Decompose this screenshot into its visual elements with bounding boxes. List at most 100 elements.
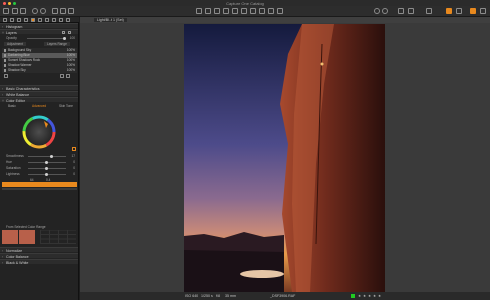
help-icon[interactable]: [456, 8, 462, 14]
normalize-section[interactable]: › Normalize: [0, 247, 78, 253]
color-range-swatch-row: [2, 188, 77, 190]
color-tab-icon[interactable]: [31, 18, 35, 22]
star-rating-5[interactable]: ★: [378, 294, 381, 298]
auto-adjust-icon[interactable]: [52, 8, 58, 14]
color-wheel[interactable]: [22, 115, 56, 149]
layer-checkbox[interactable]: [3, 64, 6, 67]
color-tag[interactable]: [351, 294, 355, 298]
output-tab-icon[interactable]: [66, 18, 70, 22]
keystone-tool-icon[interactable]: [223, 8, 229, 14]
histogram-header: Histogram: [6, 24, 23, 29]
layer-checkbox[interactable]: [3, 54, 6, 57]
star-rating-4[interactable]: ★: [373, 294, 376, 298]
tab-basic[interactable]: Basic: [8, 104, 16, 108]
layer-actions: [2, 74, 77, 78]
pan-tool-icon[interactable]: [196, 8, 202, 14]
star-rating-3[interactable]: ★: [368, 294, 371, 298]
adjustment-dropdown[interactable]: Adjustment: [4, 42, 26, 46]
histogram-section[interactable]: › Histogram: [0, 23, 78, 29]
color-range-list[interactable]: [2, 182, 77, 187]
layer-item[interactable]: Shadow Warmer 100%: [2, 63, 77, 68]
color-editor-section[interactable]: ˅ Color Editor: [0, 97, 78, 103]
hue-row: Hue 0: [6, 160, 75, 164]
capture-tab-icon[interactable]: [10, 18, 14, 22]
collapse-arrow-icon: ›: [2, 248, 4, 253]
proof-icon[interactable]: [398, 8, 404, 14]
undo-icon[interactable]: [32, 8, 38, 14]
opacity-row: Opacity 100: [2, 36, 77, 40]
layer-checkbox[interactable]: [3, 59, 6, 62]
picker-tool-icon[interactable]: [259, 8, 265, 14]
crop-tool-icon[interactable]: [205, 8, 211, 14]
tab-skin-tone[interactable]: Skin Tone: [59, 104, 73, 108]
layer-checkbox[interactable]: [3, 69, 6, 72]
viewer-icon[interactable]: [426, 8, 432, 14]
black-white-section[interactable]: › Black & White: [0, 259, 78, 265]
smoothness-slider[interactable]: [28, 155, 66, 158]
color-balance-section[interactable]: › Color Balance: [0, 253, 78, 259]
star-rating-2[interactable]: ★: [363, 294, 366, 298]
layer-item-selected[interactable]: Darkening Blue 100%: [2, 53, 77, 58]
color-values-grid: [40, 230, 76, 244]
more-icon[interactable]: [68, 31, 71, 34]
opacity-value[interactable]: 100: [70, 36, 75, 40]
exposure-tab-icon[interactable]: [38, 18, 42, 22]
grid-icon[interactable]: [374, 8, 380, 14]
layers-range-dropdown[interactable]: Layers Range: [44, 42, 70, 46]
layers-header: Layers: [6, 30, 17, 35]
metadata-tab-icon[interactable]: [59, 18, 63, 22]
variant-tab[interactable]: Light/Bl..t 1 (Set): [94, 18, 127, 22]
adjustments-tab-icon[interactable]: [52, 18, 56, 22]
basic-characteristics-section[interactable]: › Basic Characteristics: [0, 85, 78, 91]
layer-menu-icon[interactable]: [66, 74, 70, 78]
layer-checkbox[interactable]: [3, 49, 6, 52]
window-title: Capture One Catalog: [226, 0, 264, 6]
brush-tool-icon[interactable]: [241, 8, 247, 14]
before-swatch: [2, 230, 18, 244]
rotate-tool-icon[interactable]: [214, 8, 220, 14]
status-bar: ISO 640 1/250 s f/8 35 mm _DSF3906.RAF ★…: [80, 292, 490, 300]
tool-panel: › Histogram ˅ Layers Opacity 100 Adjustm…: [0, 23, 79, 300]
lens-tab-icon[interactable]: [17, 18, 21, 22]
exposure-warning-icon[interactable]: [382, 8, 388, 14]
layer-item[interactable]: Sunset Shadows Rock 100%: [2, 58, 77, 63]
layer-item[interactable]: Background Sky 100%: [2, 48, 77, 53]
library-icon[interactable]: [3, 8, 9, 14]
layer-item[interactable]: Shadow Sky 100%: [2, 68, 77, 73]
hue-slider[interactable]: [28, 161, 66, 164]
add-layer-icon[interactable]: [4, 74, 8, 78]
compare-icon[interactable]: [408, 8, 414, 14]
main-photo[interactable]: [184, 24, 385, 292]
color-editor-tabs: Basic Advanced Skin Tone: [2, 104, 77, 108]
details-tab-icon[interactable]: [45, 18, 49, 22]
color-picker-icon[interactable]: [72, 147, 76, 151]
gradient-tool-icon[interactable]: [250, 8, 256, 14]
collapse-arrow-icon: ›: [2, 260, 4, 265]
composition-tab-icon[interactable]: [24, 18, 28, 22]
annotate-tool-icon[interactable]: [268, 8, 274, 14]
star-rating-1[interactable]: ★: [358, 294, 361, 298]
layers-section[interactable]: ˅ Layers: [0, 29, 78, 35]
white-balance-section[interactable]: › White Balance: [0, 91, 78, 97]
saturation-slider[interactable]: [28, 167, 66, 170]
import-icon[interactable]: [12, 8, 18, 14]
lightness-slider[interactable]: [28, 173, 66, 176]
opacity-slider[interactable]: [27, 37, 66, 40]
iso-value: ISO 640: [185, 293, 199, 298]
help-icon[interactable]: [62, 31, 65, 34]
text-tool-icon[interactable]: [68, 8, 74, 14]
spot-tool-icon[interactable]: [232, 8, 238, 14]
browser-icon[interactable]: [446, 8, 452, 14]
library-tab-icon[interactable]: [3, 18, 7, 22]
focus-icon[interactable]: [470, 8, 476, 14]
lightness-row: Lightness 0: [6, 172, 75, 176]
redo-icon[interactable]: [40, 8, 46, 14]
delete-layer-icon[interactable]: [60, 74, 64, 78]
collapse-arrow-icon: ›: [2, 254, 4, 259]
reset-icon[interactable]: [60, 8, 66, 14]
wb-picker-icon[interactable]: [277, 8, 283, 14]
collapse-arrow-icon: ›: [2, 86, 4, 91]
settings-icon[interactable]: [480, 8, 486, 14]
tab-advanced[interactable]: Advanced: [32, 104, 46, 108]
export-icon[interactable]: [20, 8, 26, 14]
